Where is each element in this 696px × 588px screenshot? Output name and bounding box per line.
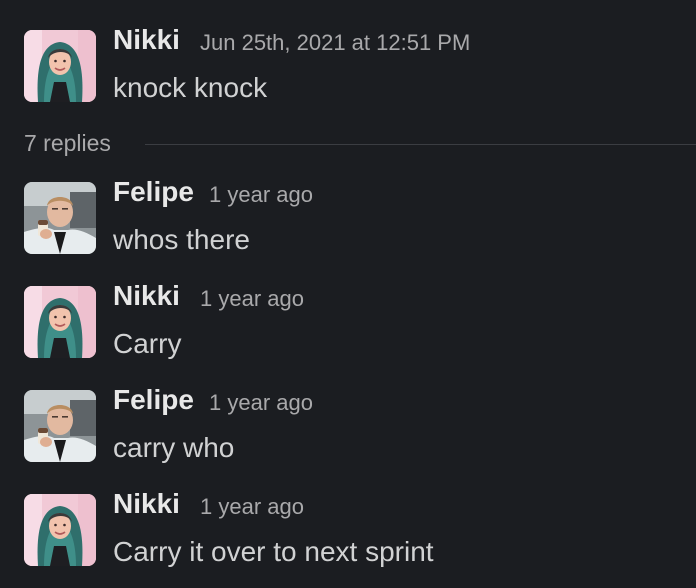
replies-count[interactable]: 7 replies — [24, 130, 111, 157]
replies-divider-row: 7 replies — [0, 128, 696, 162]
reply-message[interactable]: Nikki 1 year ago Carry — [0, 280, 696, 376]
nikki-avatar-image — [24, 30, 96, 102]
avatar[interactable] — [24, 494, 96, 566]
message-text: whos there — [113, 224, 250, 255]
avatar[interactable] — [24, 30, 96, 102]
message-timestamp[interactable]: Jun 25th, 2021 at 12:51 PM — [200, 30, 470, 56]
avatar[interactable] — [24, 182, 96, 254]
message-text: carry who — [113, 432, 235, 463]
nikki-avatar-image — [24, 494, 96, 566]
reply-message[interactable]: Nikki 1 year ago Carry it over to next s… — [0, 488, 696, 584]
divider-line — [145, 144, 696, 145]
message-text: knock knock — [113, 72, 268, 103]
author-name[interactable]: Nikki — [113, 488, 180, 520]
author-name[interactable]: Felipe — [113, 384, 194, 416]
parent-message[interactable]: Nikki Jun 25th, 2021 at 12:51 PM knock k… — [0, 24, 696, 120]
felipe-avatar-image — [24, 390, 96, 462]
avatar[interactable] — [24, 286, 96, 358]
message-thread: Nikki Jun 25th, 2021 at 12:51 PM knock k… — [0, 0, 696, 588]
message-timestamp[interactable]: 1 year ago — [209, 390, 313, 416]
author-name[interactable]: Felipe — [113, 176, 194, 208]
avatar[interactable] — [24, 390, 96, 462]
message-text: Carry — [113, 328, 182, 359]
nikki-avatar-image — [24, 286, 96, 358]
author-name[interactable]: Nikki — [113, 280, 180, 312]
reply-message[interactable]: Felipe 1 year ago whos there — [0, 176, 696, 272]
author-name[interactable]: Nikki — [113, 24, 180, 56]
reply-message[interactable]: Felipe 1 year ago carry who — [0, 384, 696, 480]
message-timestamp[interactable]: 1 year ago — [200, 286, 304, 312]
message-text: Carry it over to next sprint — [113, 536, 434, 567]
message-timestamp[interactable]: 1 year ago — [209, 182, 313, 208]
message-timestamp[interactable]: 1 year ago — [200, 494, 304, 520]
felipe-avatar-image — [24, 182, 96, 254]
